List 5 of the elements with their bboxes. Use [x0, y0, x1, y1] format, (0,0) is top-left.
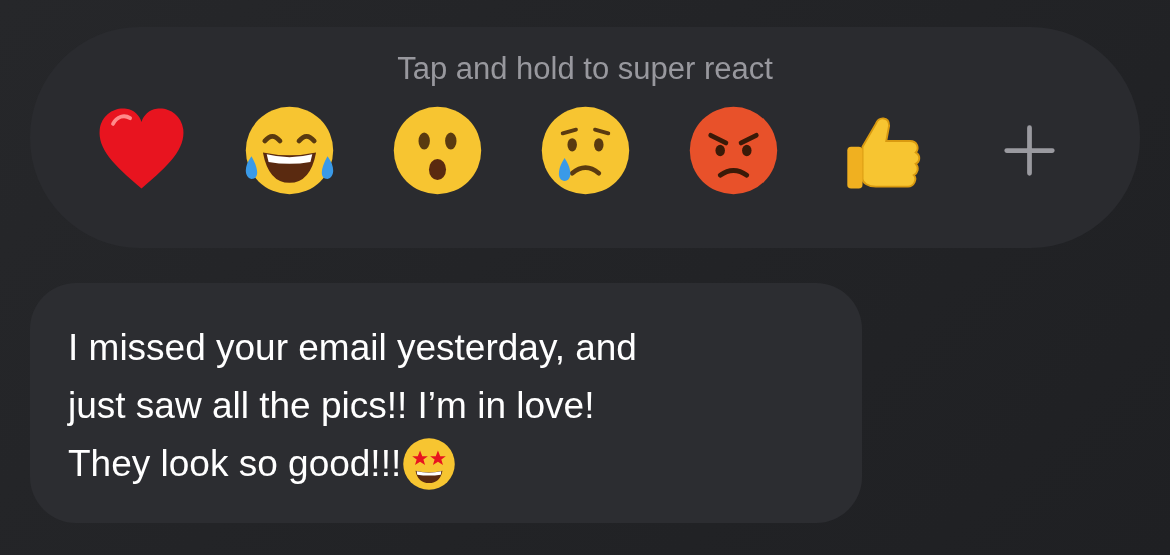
message-text-line: just saw all the pics!! I’m in love!: [68, 384, 595, 428]
message-text-line: I missed your email yesterday, and: [68, 326, 637, 370]
star-struck-face-icon: [401, 436, 458, 492]
reaction-hint: Tap and hold to super react: [397, 51, 773, 87]
message-text-line: They look so good!!!: [68, 442, 402, 486]
